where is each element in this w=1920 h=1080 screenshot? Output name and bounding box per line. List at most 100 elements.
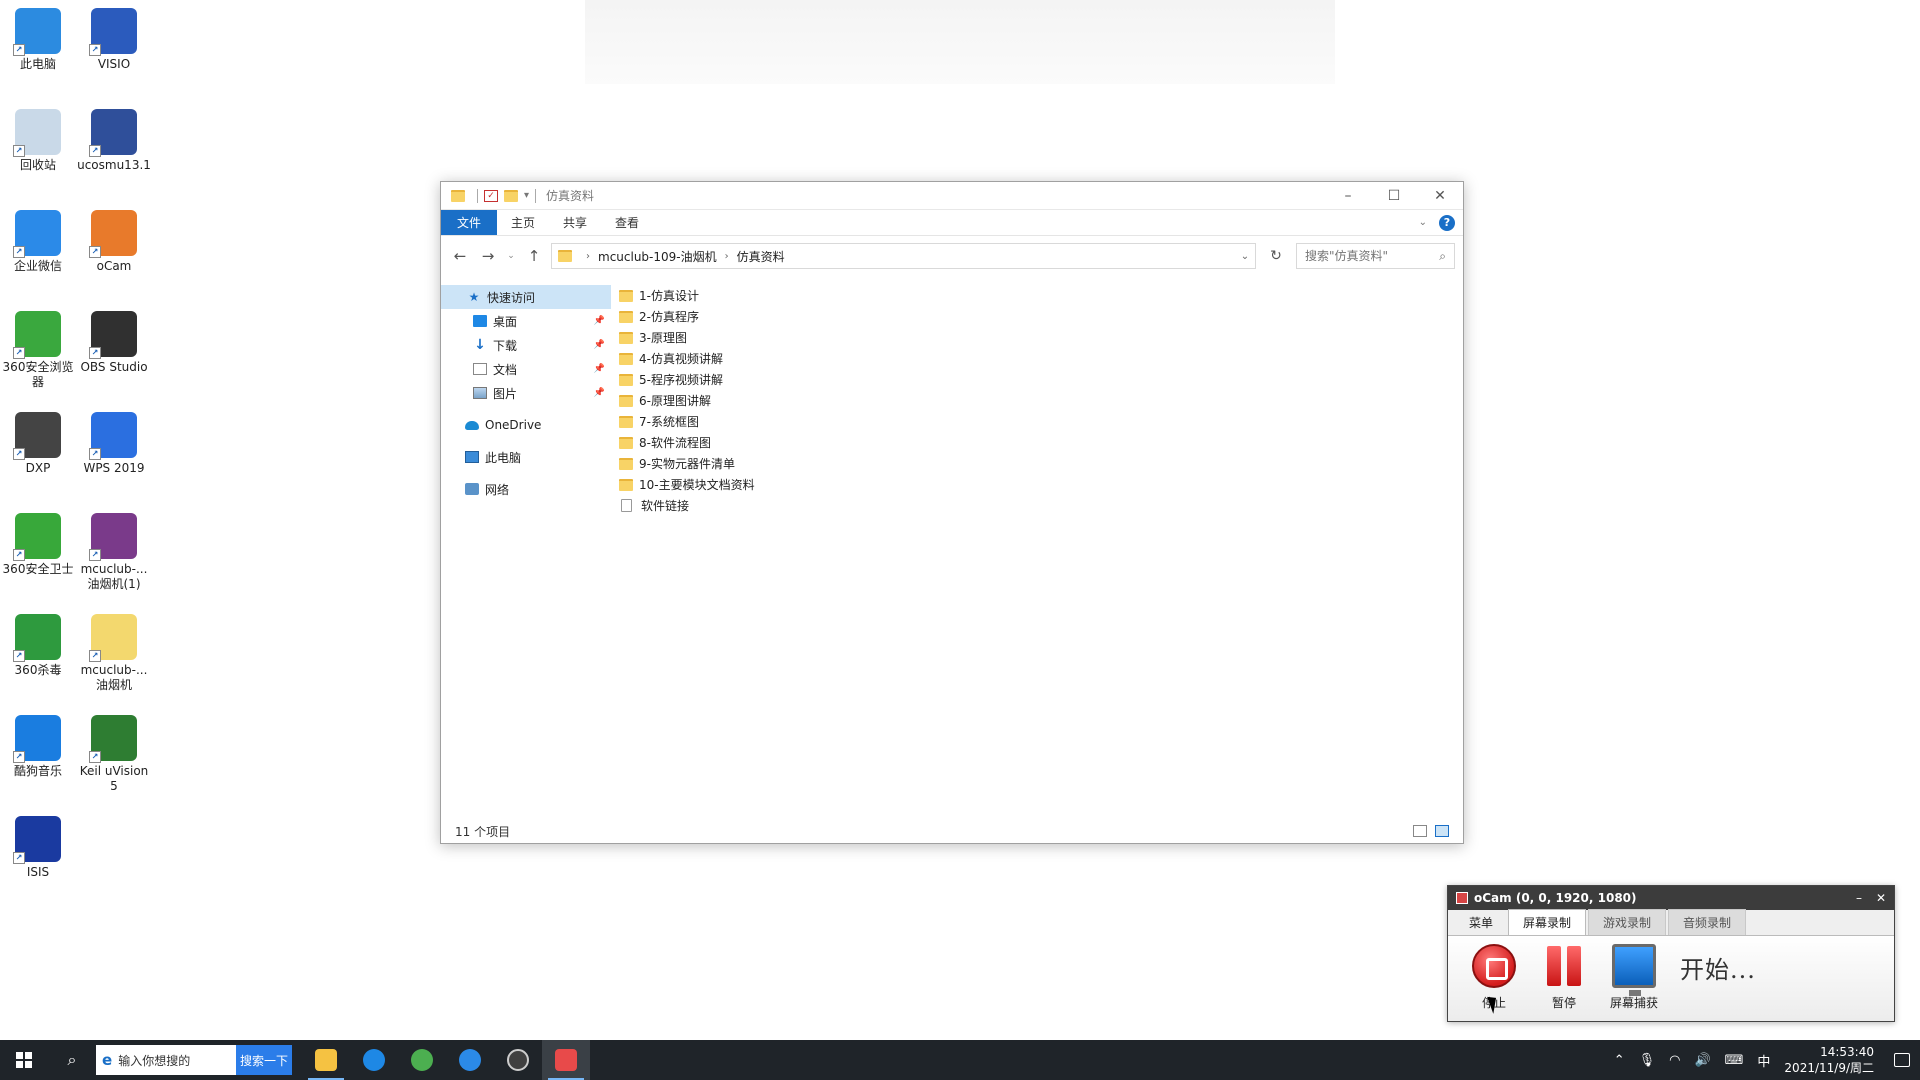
nav-desktop[interactable]: 桌面 📌 (441, 309, 611, 333)
tab-screen-record[interactable]: 屏幕录制 (1508, 909, 1587, 935)
tab-menu[interactable]: 菜单 (1454, 909, 1508, 935)
taskbar-obs[interactable] (494, 1040, 542, 1080)
explorer-body: ★ 快速访问 桌面 📌 ↓ 下载 📌 文档 📌 图片 📌 OneDrive 此电… (441, 277, 1463, 819)
nav-network[interactable]: 网络 (441, 477, 611, 501)
taskbar-ocam[interactable] (542, 1040, 590, 1080)
close-button[interactable]: ✕ (1876, 891, 1886, 905)
large-icons-view-button[interactable] (1435, 825, 1449, 837)
ime-indicator[interactable]: 中 (1757, 1051, 1770, 1070)
recent-locations-dropdown[interactable]: ⌄ (505, 245, 517, 267)
breadcrumb-current[interactable]: 仿真资料 (737, 248, 785, 265)
start-button[interactable] (0, 1040, 48, 1080)
file-list-item[interactable]: 5-程序视频讲解 (619, 369, 755, 390)
file-list-item[interactable]: 4-仿真视频讲解 (619, 348, 755, 369)
search-input[interactable] (1305, 249, 1440, 263)
close-button[interactable]: ✕ (1417, 182, 1463, 210)
nav-onedrive[interactable]: OneDrive (441, 413, 611, 437)
browser-search-box[interactable]: e 输入你想搜的 (96, 1045, 236, 1075)
clock[interactable]: 14:53:40 2021/11/9/周二 (1784, 1044, 1874, 1076)
file-list-item[interactable]: 2-仿真程序 (619, 306, 755, 327)
file-list-item[interactable]: 7-系统框图 (619, 411, 755, 432)
quick-access-dropdown-icon[interactable]: ▾ (524, 190, 529, 201)
desktop-icon[interactable]: ↗ VISIO (76, 8, 152, 72)
new-folder-icon[interactable] (504, 189, 518, 202)
pin-icon[interactable]: 📌 (594, 316, 605, 326)
address-dropdown-icon[interactable]: ⌄ (1235, 251, 1255, 262)
microphone-icon[interactable]: 🎙 (1639, 1053, 1656, 1068)
file-list-item[interactable]: 10-主要模块文档资料 (619, 474, 755, 495)
desktop-icon-label: ISIS (26, 865, 50, 879)
nav-documents[interactable]: 文档 📌 (441, 357, 611, 381)
taskbar-wecom[interactable] (446, 1040, 494, 1080)
wifi-icon[interactable]: ◠ (1669, 1053, 1680, 1068)
tab-share[interactable]: 共享 (549, 210, 601, 235)
tab-view[interactable]: 查看 (601, 210, 653, 235)
pin-icon[interactable]: 📌 (594, 388, 605, 398)
tab-audio-record[interactable]: 音频录制 (1668, 909, 1747, 935)
help-icon[interactable]: ? (1439, 214, 1455, 231)
nav-this-pc[interactable]: 此电脑 (441, 445, 611, 469)
expand-ribbon-icon[interactable]: ⌄ (1419, 217, 1427, 228)
properties-icon[interactable]: ✓ (484, 189, 498, 202)
forward-button[interactable]: → (477, 245, 499, 267)
refresh-button[interactable]: ↻ (1262, 243, 1290, 269)
maximize-button[interactable]: ☐ (1371, 182, 1417, 210)
search-icon[interactable]: ⌕ (48, 1040, 96, 1080)
back-button[interactable]: ← (449, 245, 471, 267)
tab-home[interactable]: 主页 (497, 210, 549, 235)
minimize-button[interactable]: – (1325, 182, 1371, 210)
file-list-item[interactable]: 3-原理图 (619, 327, 755, 348)
tab-game-record[interactable]: 游戏录制 (1588, 909, 1667, 935)
details-view-button[interactable] (1413, 825, 1427, 837)
nav-pictures[interactable]: 图片 📌 (441, 381, 611, 405)
ocam-titlebar[interactable]: oCam (0, 0, 1920, 1080) – ✕ (1448, 886, 1894, 910)
file-list-item[interactable]: 9-实物元器件清单 (619, 453, 755, 474)
desktop-icon[interactable]: ↗ 回收站 (0, 109, 76, 173)
desktop-icon[interactable]: ↗ oCam (76, 210, 152, 274)
pause-button[interactable]: 暂停 (1540, 944, 1588, 1011)
explorer-titlebar[interactable]: ✓ ▾ 仿真资料 – ☐ ✕ (441, 182, 1463, 210)
file-explorer-window[interactable]: ✓ ▾ 仿真资料 – ☐ ✕ 文件 主页 共享 查看 ⌄ ? ← → ⌄ ↑ ›… (440, 181, 1464, 844)
breadcrumb-parent[interactable]: mcuclub-109-油烟机 (598, 248, 717, 265)
file-list-item[interactable]: 6-原理图讲解 (619, 390, 755, 411)
up-button[interactable]: ↑ (523, 245, 545, 267)
desktop-icon[interactable]: ↗ 企业微信 (0, 210, 76, 274)
file-list-item[interactable]: 1-仿真设计 (619, 285, 755, 306)
tab-file[interactable]: 文件 (441, 210, 498, 235)
search-button[interactable]: 搜索一下 (236, 1045, 292, 1075)
pin-icon[interactable]: 📌 (594, 340, 605, 350)
shortcut-arrow-icon: ↗ (89, 549, 101, 561)
nav-downloads[interactable]: ↓ 下载 📌 (441, 333, 611, 357)
desktop-icon[interactable]: ↗ 360安全浏览器 (0, 311, 76, 390)
desktop-icon[interactable]: ↗ OBS Studio (76, 311, 152, 375)
notification-icon[interactable] (1894, 1053, 1910, 1067)
taskbar-edge[interactable] (350, 1040, 398, 1080)
volume-icon[interactable]: 🔊 (1694, 1053, 1710, 1068)
desktop-icon[interactable]: ↗ mcuclub-...油烟机 (76, 614, 152, 693)
ocam-window[interactable]: oCam (0, 0, 1920, 1080) – ✕ 菜单 屏幕录制 游戏录制… (1447, 885, 1895, 1022)
desktop-icon[interactable]: ↗ WPS 2019 (76, 412, 152, 476)
file-list-item[interactable]: 软件链接 (619, 495, 755, 516)
minimize-button[interactable]: – (1856, 891, 1862, 905)
desktop-icon[interactable]: ↗ Keil uVision5 (76, 715, 152, 794)
keyboard-icon[interactable]: ⌨ (1725, 1053, 1744, 1068)
search-icon[interactable]: ⌕ (1439, 249, 1446, 264)
chevron-up-icon[interactable]: ⌃ (1614, 1053, 1625, 1068)
desktop-icon[interactable]: ↗ ucosmu13.1 (76, 109, 152, 173)
pin-icon[interactable]: 📌 (594, 364, 605, 374)
taskbar-file-explorer[interactable] (302, 1040, 350, 1080)
desktop-icon[interactable]: ↗ ISIS (0, 816, 76, 880)
taskbar-360-browser[interactable] (398, 1040, 446, 1080)
address-bar[interactable]: › mcuclub-109-油烟机 › 仿真资料 ⌄ (551, 243, 1256, 269)
desktop-icon[interactable]: ↗ 此电脑 (0, 8, 76, 72)
desktop-icon[interactable]: ↗ 360杀毒 (0, 614, 76, 678)
desktop-icon[interactable]: ↗ mcuclub-...油烟机(1) (76, 513, 152, 592)
desktop-icon[interactable]: ↗ 酷狗音乐 (0, 715, 76, 779)
file-list-item[interactable]: 8-软件流程图 (619, 432, 755, 453)
shortcut-arrow-icon: ↗ (89, 246, 101, 258)
nav-quick-access[interactable]: ★ 快速访问 (441, 285, 611, 309)
desktop-icon[interactable]: ↗ DXP (0, 412, 76, 476)
desktop-icon[interactable]: ↗ 360安全卫士 (0, 513, 76, 577)
search-box[interactable]: ⌕ (1296, 243, 1455, 269)
screen-capture-button[interactable]: 屏幕捕获 (1610, 944, 1658, 1011)
